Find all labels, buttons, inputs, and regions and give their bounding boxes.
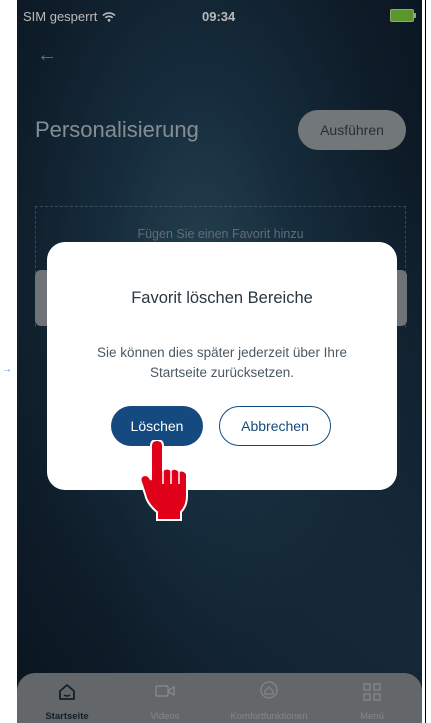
delete-favorite-dialog: Favorit löschen Bereiche Sie können dies…: [47, 242, 397, 490]
screen-border: [425, 0, 426, 723]
phone-screen: SIM gesperrt 09:34 ← Personalisierung Au…: [17, 0, 422, 723]
pointing-hand-icon: [139, 440, 188, 521]
pointer-arrow-icon: →: [2, 364, 12, 375]
dialog-message: Sie können dies später jederzeit über Ih…: [97, 345, 347, 380]
cancel-button[interactable]: Abbrechen: [219, 406, 331, 446]
dialog-title: Favorit löschen Bereiche: [131, 289, 313, 307]
